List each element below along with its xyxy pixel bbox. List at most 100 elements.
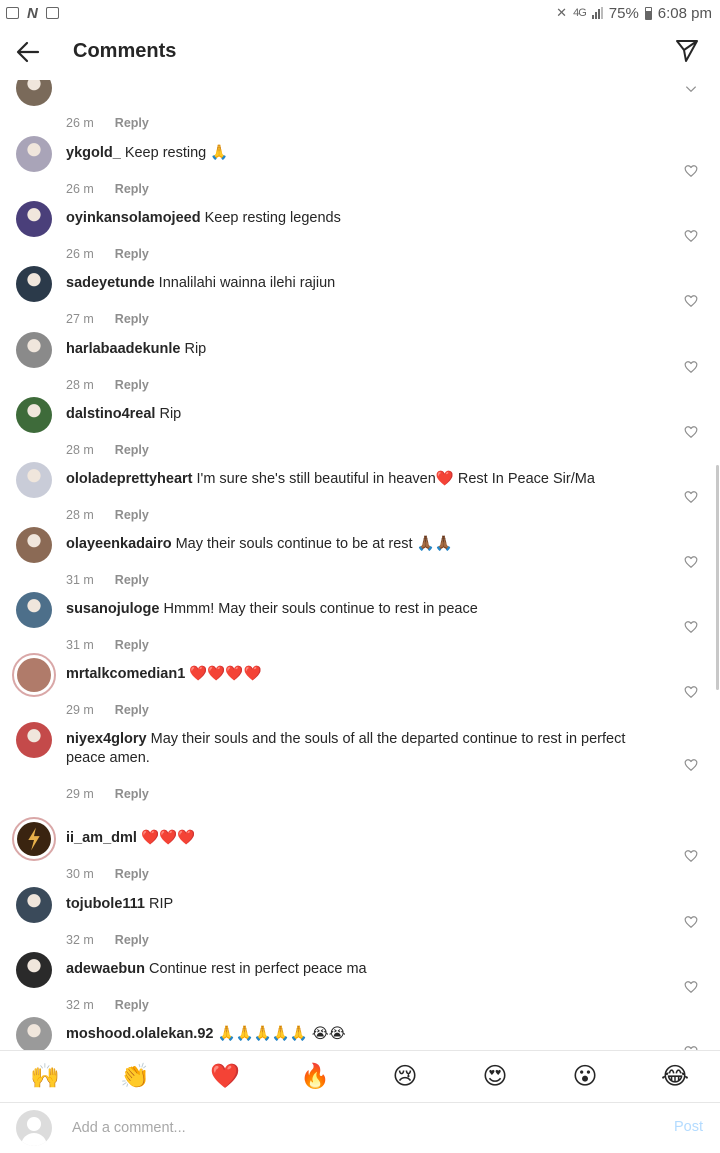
avatar[interactable] bbox=[16, 462, 52, 498]
like-heart-icon[interactable] bbox=[684, 360, 698, 374]
comment-text: tojubole111 RIP bbox=[66, 895, 666, 914]
reply-button[interactable]: Reply bbox=[115, 998, 149, 1012]
like-heart-icon[interactable] bbox=[684, 490, 698, 504]
quick-reaction-emoji[interactable]: 😮 bbox=[568, 1061, 602, 1093]
comment-username[interactable]: harlabaadekunle bbox=[66, 341, 180, 357]
like-heart-icon[interactable] bbox=[684, 758, 698, 772]
like-heart-icon[interactable] bbox=[684, 685, 698, 699]
scrollbar[interactable] bbox=[716, 465, 719, 690]
avatar[interactable] bbox=[16, 722, 52, 758]
like-heart-icon[interactable] bbox=[684, 980, 698, 994]
reply-button[interactable]: Reply bbox=[115, 247, 149, 261]
avatar[interactable] bbox=[16, 80, 52, 106]
comment-input[interactable] bbox=[72, 1117, 632, 1139]
quick-reaction-emoji[interactable]: ❤️ bbox=[208, 1061, 242, 1093]
like-heart-icon[interactable] bbox=[684, 555, 698, 569]
comment-username[interactable]: olayeenkadairo bbox=[66, 536, 172, 552]
reply-button[interactable]: Reply bbox=[115, 443, 149, 457]
avatar[interactable] bbox=[16, 1017, 52, 1050]
reply-button[interactable]: Reply bbox=[115, 116, 149, 130]
post-button[interactable]: Post bbox=[674, 1119, 703, 1135]
like-heart-icon[interactable] bbox=[684, 425, 698, 439]
comment-body: Continue rest in perfect peace ma bbox=[144, 961, 367, 977]
comment-meta: 31 m Reply bbox=[66, 573, 149, 587]
back-arrow-icon[interactable] bbox=[14, 38, 42, 66]
quick-reaction-emoji[interactable]: 👏 bbox=[118, 1061, 152, 1093]
comment-text: harlabaadekunle Rip bbox=[66, 340, 666, 359]
comment-username[interactable]: moshood.olalekan.92 bbox=[66, 1026, 213, 1042]
avatar[interactable] bbox=[16, 266, 52, 302]
comment-meta: 26 m Reply bbox=[66, 247, 149, 261]
comment-username[interactable]: dalstino4real bbox=[66, 406, 155, 422]
comment-username[interactable]: sadeyetunde bbox=[66, 275, 155, 291]
avatar[interactable] bbox=[12, 653, 56, 697]
quick-reaction-emoji[interactable]: 😢 bbox=[388, 1061, 422, 1093]
comment-time: 28 m bbox=[66, 508, 94, 522]
comment-time: 29 m bbox=[66, 787, 94, 801]
quick-reaction-emoji[interactable]: 🙌 bbox=[28, 1061, 62, 1093]
comment-body: 🙏🙏🙏🙏🙏 😭😭 bbox=[213, 1026, 346, 1042]
reply-button[interactable]: Reply bbox=[115, 638, 149, 652]
avatar[interactable] bbox=[16, 136, 52, 172]
reply-button[interactable]: Reply bbox=[115, 787, 149, 801]
comment-body: May their souls and the souls of all the… bbox=[66, 731, 626, 766]
comment-time: 31 m bbox=[66, 638, 94, 652]
reply-button[interactable]: Reply bbox=[115, 573, 149, 587]
comment-text: mrtalkcomedian1 ❤️❤️❤️❤️ bbox=[66, 665, 666, 684]
comment-text: sadeyetunde Innalilahi wainna ilehi raji… bbox=[66, 274, 666, 293]
comment-username[interactable]: ykgold_ bbox=[66, 145, 121, 161]
like-heart-icon[interactable] bbox=[684, 294, 698, 308]
comment-username[interactable]: oyinkansolamojeed bbox=[66, 210, 201, 226]
comment-username[interactable]: ololadeprettyheart bbox=[66, 471, 193, 487]
comment-body: I'm sure she's still beautiful in heaven… bbox=[192, 471, 595, 487]
quick-reaction-emoji[interactable]: 🔥 bbox=[298, 1061, 332, 1093]
reply-button[interactable]: Reply bbox=[115, 703, 149, 717]
battery-icon bbox=[644, 6, 652, 20]
comment-text: ololadeprettyheart I'm sure she's still … bbox=[66, 470, 666, 489]
comment-username[interactable]: adewaebun bbox=[66, 961, 145, 977]
comment-meta: 28 m Reply bbox=[66, 443, 149, 457]
reply-button[interactable]: Reply bbox=[115, 508, 149, 522]
reply-button[interactable]: Reply bbox=[115, 312, 149, 326]
direct-send-icon[interactable] bbox=[674, 37, 700, 63]
reply-button[interactable]: Reply bbox=[115, 867, 149, 881]
comment-username[interactable]: mrtalkcomedian1 bbox=[66, 666, 185, 682]
quick-reaction-emoji[interactable]: 😂 bbox=[658, 1061, 692, 1093]
comment-text: ii_am_dml ❤️❤️❤️ bbox=[66, 829, 666, 848]
like-heart-icon[interactable] bbox=[684, 915, 698, 929]
mute-icon: ✕ bbox=[556, 5, 568, 20]
comment-meta: 26 m Reply bbox=[66, 116, 149, 130]
comment-meta: 26 m Reply bbox=[66, 182, 149, 196]
comment-time: 30 m bbox=[66, 867, 94, 881]
like-heart-icon[interactable] bbox=[684, 82, 698, 96]
comment-username[interactable]: susanojuloge bbox=[66, 601, 159, 617]
network-type: 4G bbox=[573, 7, 587, 19]
comment-username[interactable]: ii_am_dml bbox=[66, 830, 137, 846]
like-heart-icon[interactable] bbox=[684, 164, 698, 178]
avatar[interactable] bbox=[16, 887, 52, 923]
reply-button[interactable]: Reply bbox=[115, 933, 149, 947]
quick-reaction-emoji[interactable]: 😍 bbox=[478, 1061, 512, 1093]
comment-meta: 29 m Reply bbox=[66, 703, 149, 717]
like-heart-icon[interactable] bbox=[684, 849, 698, 863]
avatar[interactable] bbox=[12, 817, 56, 861]
like-heart-icon[interactable] bbox=[684, 229, 698, 243]
avatar[interactable] bbox=[16, 527, 52, 563]
avatar[interactable] bbox=[16, 201, 52, 237]
status-bar: N ✕ 4G 75% 6:08 pm bbox=[0, 0, 720, 26]
avatar[interactable] bbox=[16, 952, 52, 988]
comment-time: 28 m bbox=[66, 443, 94, 457]
comment-username[interactable]: niyex4glory bbox=[66, 731, 147, 747]
comments-list[interactable]: 26 m Reply ykgold_ Keep resting 🙏 26 m Reply… bbox=[0, 80, 720, 1050]
avatar[interactable] bbox=[16, 332, 52, 368]
comment-text: oyinkansolamojeed Keep resting legends bbox=[66, 209, 666, 228]
avatar[interactable] bbox=[16, 397, 52, 433]
like-heart-icon[interactable] bbox=[684, 620, 698, 634]
comment-meta: 29 m Reply bbox=[66, 787, 149, 801]
reply-button[interactable]: Reply bbox=[115, 182, 149, 196]
avatar[interactable] bbox=[16, 592, 52, 628]
quick-reaction-bar: 🙌 👏 ❤️ 🔥 😢 😍 😮 😂 bbox=[0, 1050, 720, 1103]
comment-text: moshood.olalekan.92 🙏🙏🙏🙏🙏 😭😭 bbox=[66, 1025, 666, 1044]
reply-button[interactable]: Reply bbox=[115, 378, 149, 392]
comment-username[interactable]: tojubole111 bbox=[66, 896, 145, 912]
